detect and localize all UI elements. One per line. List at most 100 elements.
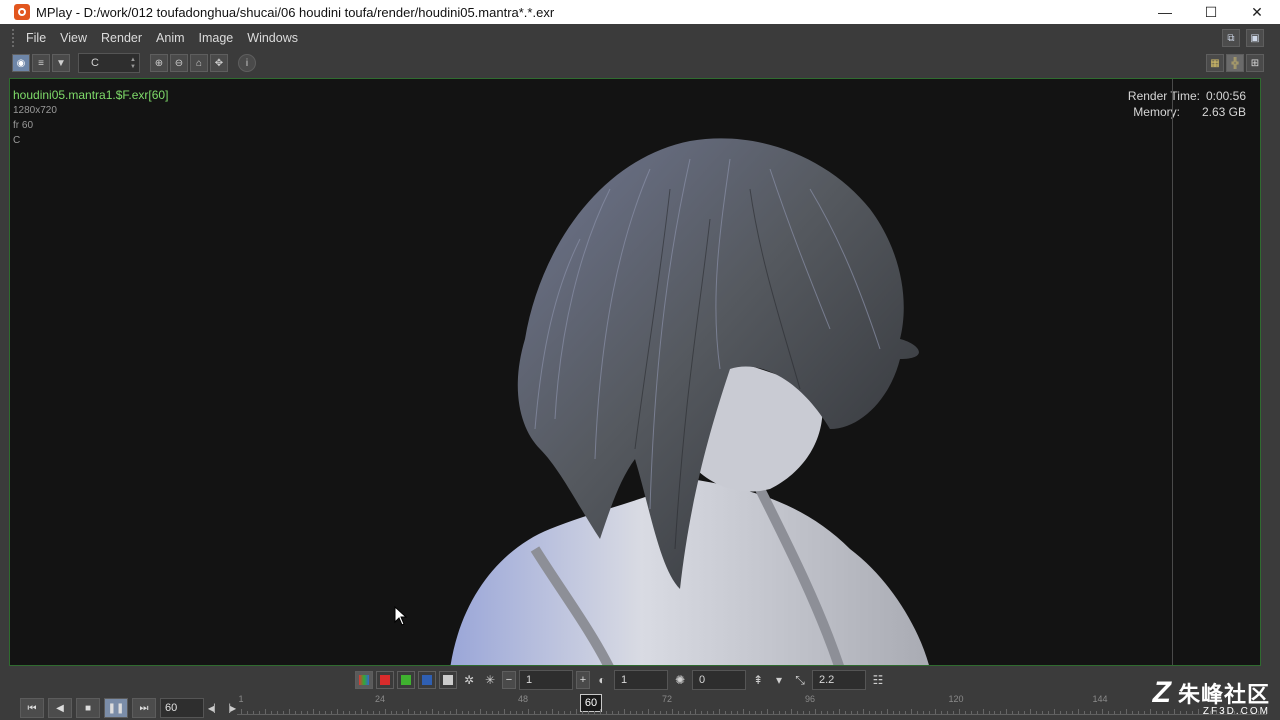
step-forward-icon[interactable]: ▕▶ <box>224 698 236 718</box>
timeline-tick <box>833 711 835 714</box>
menu-anim[interactable]: Anim <box>156 31 184 45</box>
gamma-field[interactable]: 2.2 <box>812 670 866 690</box>
home-icon[interactable]: ⌂ <box>190 54 208 72</box>
timeline-current-frame[interactable]: 60 <box>580 694 602 712</box>
timeline-tick <box>264 709 266 714</box>
timeline-tick <box>545 711 547 714</box>
menu-render[interactable]: Render <box>101 31 142 45</box>
green-channel-icon[interactable] <box>397 671 415 689</box>
timeline-tick <box>946 711 948 714</box>
timeline-tick <box>1060 711 1062 714</box>
dropdown-arrow-icon[interactable]: ▾ <box>770 671 788 689</box>
timeline-tick <box>982 709 984 714</box>
timeline-tick <box>522 711 524 714</box>
increment-button[interactable]: + <box>576 671 590 689</box>
timeline-tick <box>964 711 966 714</box>
exposure-field[interactable]: 0 <box>692 670 746 690</box>
zoom-out-icon[interactable]: ⊖ <box>170 54 188 72</box>
timeline[interactable]: 1 24 48 72 96 120 144 60 <box>237 692 1267 720</box>
snapshot-icon[interactable]: ▼ <box>52 54 70 72</box>
decrement-button[interactable]: − <box>502 671 516 689</box>
menu-windows[interactable]: Windows <box>247 31 298 45</box>
display-options-icon[interactable]: ≡ <box>32 54 50 72</box>
menu-view[interactable]: View <box>60 31 87 45</box>
timeline-tick <box>695 709 697 714</box>
timeline-tick <box>1078 709 1080 714</box>
toolbar-right: ▦ ╬ ⊞ <box>1206 54 1264 72</box>
timeline-tick <box>593 711 595 714</box>
alpha-channel-icon[interactable] <box>439 671 457 689</box>
pause-icon[interactable]: ❚❚ <box>104 698 128 718</box>
timeline-tick <box>258 711 260 714</box>
timeline-tick <box>773 711 775 714</box>
view-mode-icon[interactable]: ◉ <box>12 54 30 72</box>
maximize-button[interactable]: ☐ <box>1188 0 1234 24</box>
channel-scale-field[interactable]: 1 <box>519 670 573 690</box>
timeline-tick <box>1084 711 1086 714</box>
info-icon[interactable]: i <box>238 54 256 72</box>
timeline-tick <box>737 711 739 714</box>
red-channel-icon[interactable] <box>376 671 394 689</box>
timeline-tick <box>809 711 811 714</box>
timeline-tick <box>725 711 727 714</box>
timeline-tick <box>336 709 338 714</box>
jump-start-icon[interactable]: ⏮ <box>20 698 44 718</box>
timeline-tick <box>372 711 374 714</box>
exposure-icon[interactable]: ✺ <box>671 671 689 689</box>
timeline-tick <box>551 709 553 714</box>
rgb-channel-icon[interactable] <box>355 671 373 689</box>
plane-select[interactable]: C <box>78 53 140 73</box>
stop-icon[interactable]: ■ <box>76 698 100 718</box>
menu-grip[interactable] <box>12 29 18 47</box>
tick-label: 144 <box>1092 694 1108 704</box>
timeline-tick <box>976 711 978 714</box>
levels-icon[interactable]: ⇞ <box>749 671 767 689</box>
close-button[interactable]: ✕ <box>1234 0 1280 24</box>
menu-image[interactable]: Image <box>199 31 234 45</box>
zoom-in-icon[interactable]: ⊕ <box>150 54 168 72</box>
step-back-icon[interactable]: ◀▏ <box>208 698 220 718</box>
resolution-label: 1280x720 <box>13 105 57 116</box>
frame-input[interactable]: 60 <box>160 698 204 718</box>
tick-label: 48 <box>517 694 529 704</box>
timeline-tick <box>480 709 482 714</box>
timeline-tick <box>1132 711 1134 714</box>
timeline-tick <box>617 711 619 714</box>
minimize-button[interactable]: — <box>1142 0 1188 24</box>
jump-end-icon[interactable]: ⏭ <box>132 698 156 718</box>
timeline-tick <box>282 711 284 714</box>
timeline-tick <box>348 711 350 714</box>
background-checker-icon[interactable]: ▦ <box>1206 54 1224 72</box>
title-bar: MPlay - D:/work/012 toufadonghua/shucai/… <box>0 0 1280 24</box>
menu-file[interactable]: File <box>26 31 46 45</box>
frame-icon[interactable]: ✥ <box>210 54 228 72</box>
contrast-field[interactable]: 1 <box>614 670 668 690</box>
options-icon[interactable]: ☷ <box>869 671 887 689</box>
menu-right-icons: ⧉ ▣ <box>1222 29 1264 47</box>
blue-channel-icon[interactable] <box>418 671 436 689</box>
timeline-tick <box>426 711 428 714</box>
play-reverse-icon[interactable]: ◀ <box>48 698 72 718</box>
lut-icon[interactable]: ✳ <box>481 671 499 689</box>
timeline-tick <box>294 711 296 714</box>
brightness-icon[interactable]: ✲ <box>460 671 478 689</box>
tear-off-icon[interactable]: ⧉ <box>1222 29 1240 47</box>
image-viewport[interactable]: houdini05.mantra1.$F.exr[60] 1280x720 fr… <box>9 78 1261 666</box>
timeline-tick <box>862 709 864 714</box>
mouse-cursor-icon <box>394 606 408 626</box>
watermark-name: 朱峰社区 <box>1177 682 1270 707</box>
timeline-tick <box>462 711 464 714</box>
timeline-tick <box>779 711 781 714</box>
timeline-tick <box>785 711 787 714</box>
timeline-tick <box>378 711 380 714</box>
timeline-tick <box>677 711 679 714</box>
timeline-tick <box>241 709 242 714</box>
grid-icon[interactable]: ╬ <box>1226 54 1244 72</box>
guide-icon[interactable]: ⊞ <box>1246 54 1264 72</box>
timeline-tick <box>868 711 870 714</box>
timeline-tick <box>390 711 392 714</box>
gamma-icon[interactable]: ⤡ <box>791 671 809 689</box>
contrast-icon[interactable]: ◐ <box>593 671 611 689</box>
pane-layout-icon[interactable]: ▣ <box>1246 29 1264 47</box>
timeline-tick <box>288 709 290 714</box>
